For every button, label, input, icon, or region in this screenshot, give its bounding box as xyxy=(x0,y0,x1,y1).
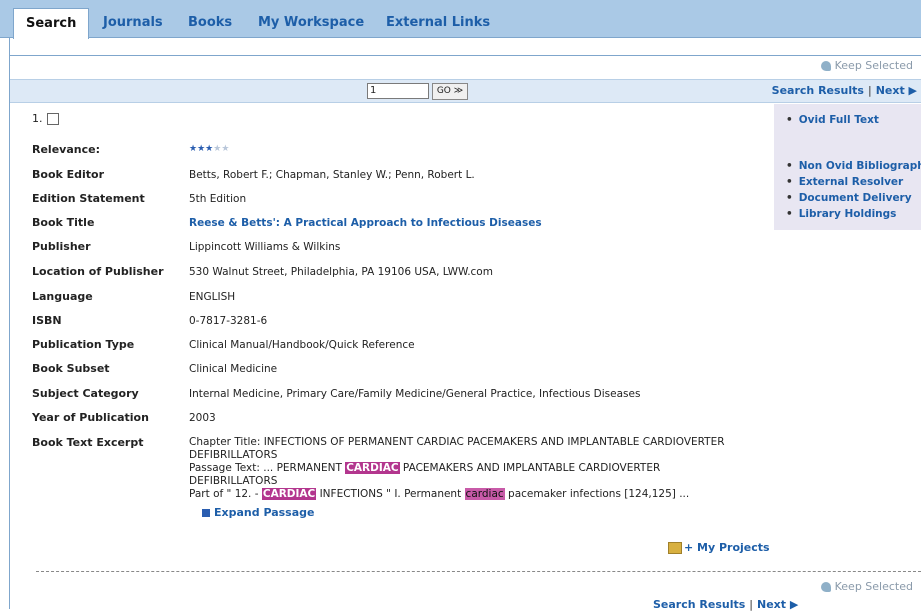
field-label: Subject Category xyxy=(32,387,139,400)
tab-journals[interactable]: Journals xyxy=(103,9,163,37)
field-label: Book Subset xyxy=(32,362,110,375)
expand-passage-link[interactable]: Expand Passage xyxy=(202,506,314,519)
record-select-checkbox[interactable] xyxy=(46,112,59,125)
search-term-highlight: CARDIAC xyxy=(261,488,317,500)
keep-selected-icon xyxy=(820,60,831,71)
field-value: 5th Edition xyxy=(189,193,247,205)
field-label: Language xyxy=(32,290,93,303)
expand-icon xyxy=(202,508,210,517)
external-resolver-link[interactable]: External Resolver xyxy=(786,176,904,188)
field-value: 2003 xyxy=(189,412,216,424)
next-link[interactable]: Next ▶ xyxy=(757,598,798,611)
keep-selected-bottom[interactable]: Keep Selected xyxy=(820,580,913,593)
pagination-bar: 1 GO ≫ Search Results | Next ▶ xyxy=(10,79,921,103)
nav-separator: | xyxy=(867,84,872,97)
field-value: Betts, Robert F.; Chapman, Stanley W.; P… xyxy=(189,169,475,181)
go-button[interactable]: GO ≫ xyxy=(432,83,468,100)
keep-selected-top[interactable]: Keep Selected xyxy=(820,59,913,72)
relevance-stars: ★★★★★ xyxy=(189,144,229,154)
record-number-label: 1. xyxy=(32,112,43,125)
result-nav-bottom: Search Results | Next ▶ xyxy=(653,598,798,611)
folder-add-icon xyxy=(668,541,682,554)
full-text-links-panel: Ovid Full Text Non Ovid Bibliographic Ex… xyxy=(774,104,921,230)
expand-passage-label: Expand Passage xyxy=(214,506,315,519)
search-results-link[interactable]: Search Results xyxy=(772,84,864,97)
excerpt-passage: Passage Text: ... PERMANENT CARDIAC PACE… xyxy=(189,462,661,487)
field-value: 0-7817-3281-6 xyxy=(189,315,268,327)
tab-search[interactable]: Search xyxy=(13,8,90,39)
keep-selected-icon xyxy=(820,581,831,592)
field-value: Clinical Medicine xyxy=(189,363,278,375)
record-divider xyxy=(36,571,921,572)
field-label: Publication Type xyxy=(32,338,135,351)
non-ovid-bibliographic-link[interactable]: Non Ovid Bibliographic xyxy=(786,160,921,172)
field-value: 530 Walnut Street, Philadelphia, PA 1910… xyxy=(189,266,493,278)
relevance-label: Relevance: xyxy=(32,143,100,156)
star-icon: ★ xyxy=(197,144,206,154)
tab-my-workspace[interactable]: My Workspace xyxy=(258,9,364,37)
field-label: Location of Publisher xyxy=(32,265,164,278)
field-value: ENGLISH xyxy=(189,291,236,303)
excerpt-label: Book Text Excerpt xyxy=(32,436,144,449)
star-icon: ★ xyxy=(189,144,198,154)
tab-external-links[interactable]: External Links xyxy=(386,9,490,37)
content-border xyxy=(9,37,10,609)
field-label: Edition Statement xyxy=(32,192,145,205)
star-icon: ★ xyxy=(221,144,230,154)
page-number-input[interactable]: 1 xyxy=(367,83,429,99)
nav-separator: | xyxy=(749,598,754,611)
ovid-full-text-link[interactable]: Ovid Full Text xyxy=(786,114,879,126)
library-holdings-link[interactable]: Library Holdings xyxy=(786,208,897,220)
my-projects-link[interactable]: + My Projects xyxy=(668,541,770,554)
field-label: Book Title xyxy=(32,216,95,229)
field-value: Lippincott Williams & Wilkins xyxy=(189,241,341,253)
field-label: ISBN xyxy=(32,314,62,327)
field-label: Year of Publication xyxy=(32,411,149,424)
book-title-link[interactable]: Reese & Betts': A Practical Approach to … xyxy=(189,217,542,229)
keep-selected-label: Keep Selected xyxy=(834,580,913,593)
book-text-excerpt: Chapter Title: INFECTIONS OF PERMANENT C… xyxy=(189,436,749,501)
excerpt-part-of: Part of " 12. - CARDIAC INFECTIONS " I. … xyxy=(189,488,690,500)
document-delivery-link[interactable]: Document Delivery xyxy=(786,192,912,204)
field-label: Book Editor xyxy=(32,168,105,181)
tab-books[interactable]: Books xyxy=(188,9,232,37)
tab-bar: Search Journals Books My Workspace Exter… xyxy=(0,0,921,39)
search-term-highlight: CARDIAC xyxy=(345,462,400,474)
field-value: Clinical Manual/Handbook/Quick Reference xyxy=(189,339,415,351)
next-link[interactable]: Next ▶ xyxy=(876,84,917,97)
excerpt-chapter-title: Chapter Title: INFECTIONS OF PERMANENT C… xyxy=(189,436,725,461)
field-value: Internal Medicine, Primary Care/Family M… xyxy=(189,388,641,400)
record-number: 1. xyxy=(32,112,59,125)
result-nav: Search Results | Next ▶ xyxy=(772,84,917,97)
field-label: Publisher xyxy=(32,240,91,253)
search-term-highlight: cardiac xyxy=(464,488,505,500)
header-divider xyxy=(9,45,921,56)
search-results-link[interactable]: Search Results xyxy=(653,598,745,611)
keep-selected-label: Keep Selected xyxy=(834,59,913,72)
my-projects-label: + My Projects xyxy=(684,541,770,554)
